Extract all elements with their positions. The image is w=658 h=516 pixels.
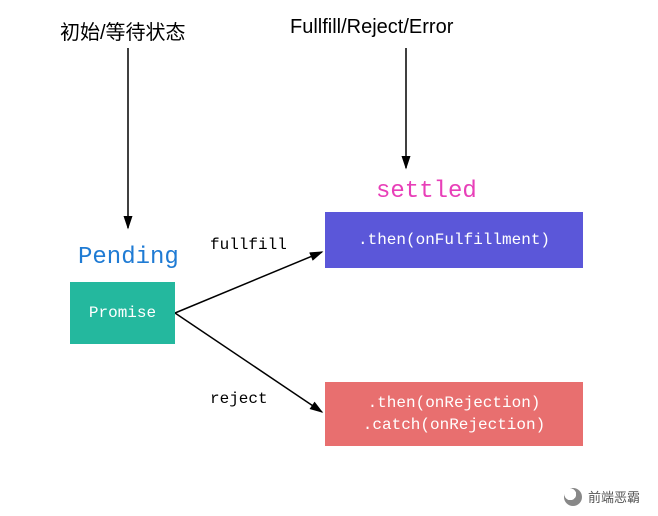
node-then-rejection-text1: .then(onRejection): [368, 392, 541, 414]
node-then-rejection: .then(onRejection) .catch(onRejection): [325, 382, 583, 446]
wechat-icon: [564, 488, 582, 506]
node-then-fulfillment-text: .then(onFulfillment): [358, 229, 550, 251]
watermark: 前端恶霸: [564, 487, 640, 506]
edge-label-fullfill: fullfill: [210, 236, 287, 254]
state-settled: settled: [376, 178, 477, 205]
diagram-canvas: 初始/等待状态 Fullfill/Reject/Error Pending se…: [0, 0, 658, 516]
node-then-rejection-text2: .catch(onRejection): [363, 414, 545, 436]
node-promise: Promise: [70, 282, 175, 344]
node-promise-text: Promise: [89, 302, 156, 324]
watermark-text: 前端恶霸: [588, 487, 640, 506]
node-then-fulfillment: .then(onFulfillment): [325, 212, 583, 268]
state-pending: Pending: [78, 244, 179, 271]
edge-label-reject: reject: [210, 390, 268, 408]
